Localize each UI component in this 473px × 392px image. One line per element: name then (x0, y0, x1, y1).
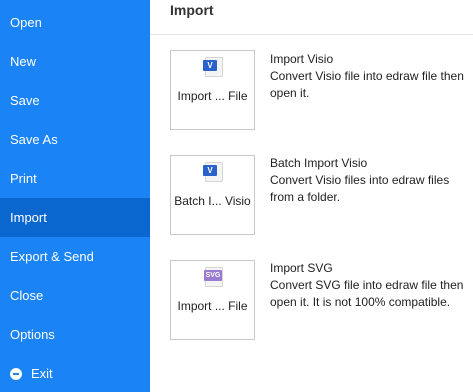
page-title: Import (170, 2, 214, 18)
batch-import-visio-text: Convert Visio files into edraw files fro… (270, 173, 450, 204)
visio-file-icon: V (203, 57, 223, 77)
import-visio-description: Import Visio Convert Visio file into edr… (270, 51, 465, 102)
sidebar-item-save[interactable]: Save (0, 81, 150, 120)
batch-import-visio-button[interactable]: V Batch I... Visio (170, 155, 255, 235)
sidebar-item-print[interactable]: Print (0, 159, 150, 198)
batch-import-visio-title: Batch Import Visio (270, 156, 368, 170)
sidebar-item-save-as[interactable]: Save As (0, 120, 150, 159)
batch-import-visio-button-label: Batch I... Visio (174, 194, 251, 208)
visio-file-icon: V (203, 162, 223, 182)
sidebar-item-new[interactable]: New (0, 42, 150, 81)
sidebar-item-exit-label: Exit (31, 366, 53, 381)
batch-import-visio-description: Batch Import Visio Convert Visio files i… (270, 155, 465, 206)
svg-file-icon: SVG (204, 267, 223, 287)
sidebar-item-exit[interactable]: Exit (0, 354, 150, 392)
sidebar-item-import[interactable]: Import (0, 198, 150, 237)
import-svg-button[interactable]: SVG Import ... File (170, 260, 255, 340)
visio-badge: V (203, 60, 217, 71)
title-divider (150, 34, 473, 35)
import-svg-text: Convert SVG file into edraw file then op… (270, 278, 464, 309)
exit-icon (10, 367, 22, 380)
svg-badge: SVG (204, 270, 222, 281)
import-visio-button-label: Import ... File (177, 89, 248, 103)
visio-badge: V (203, 165, 217, 176)
import-visio-text: Convert Visio file into edraw file then … (270, 69, 464, 100)
import-svg-description: Import SVG Convert SVG file into edraw f… (270, 260, 465, 311)
import-svg-title: Import SVG (270, 261, 333, 275)
import-visio-title: Import Visio (270, 52, 334, 66)
sidebar-item-export-send[interactable]: Export & Send (0, 237, 150, 276)
import-visio-button[interactable]: V Import ... File (170, 50, 255, 130)
import-panel: Import V Import ... File Import Visio Co… (150, 0, 473, 392)
sidebar-item-options[interactable]: Options (0, 315, 150, 354)
sidebar-item-close[interactable]: Close (0, 276, 150, 315)
sidebar-item-open[interactable]: Open (0, 3, 150, 42)
import-svg-button-label: Import ... File (177, 299, 248, 313)
backstage-sidebar: Open New Save Save As Print Import Expor… (0, 0, 150, 392)
